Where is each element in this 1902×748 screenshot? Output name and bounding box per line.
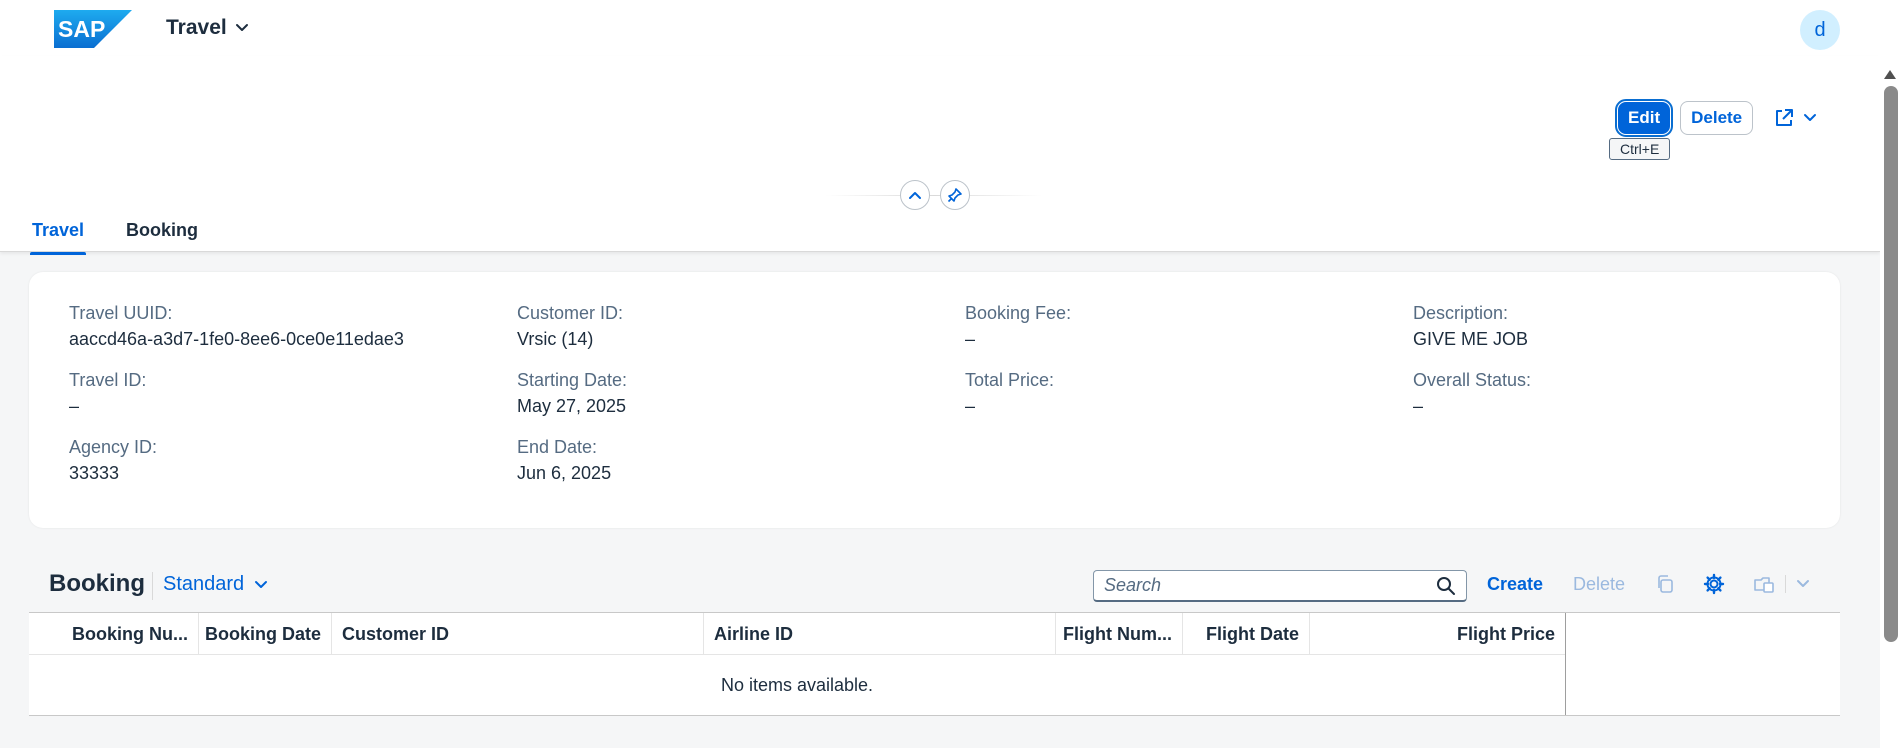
field-customer-id: Customer ID: Vrsic (14) bbox=[517, 302, 623, 350]
field-label: Booking Fee: bbox=[965, 303, 1072, 323]
field-total-price: Total Price: – bbox=[965, 369, 1054, 417]
chevron-up-icon bbox=[909, 192, 921, 199]
field-label: Customer ID: bbox=[517, 303, 624, 323]
app-title-menu[interactable]: Travel bbox=[166, 16, 249, 40]
field-label: Travel UUID: bbox=[69, 303, 173, 323]
field-label: Travel ID: bbox=[69, 370, 147, 390]
column-header-booking-date[interactable]: Booking Date bbox=[199, 613, 332, 655]
pin-icon bbox=[947, 188, 962, 203]
field-agency-id: Agency ID: 33333 bbox=[69, 436, 157, 484]
field-label: Total Price: bbox=[965, 370, 1055, 390]
field-label: Agency ID: bbox=[69, 437, 158, 457]
field-value: – bbox=[965, 329, 976, 349]
app-title: Travel bbox=[166, 16, 227, 39]
column-header-flight-number[interactable]: Flight Num... bbox=[1056, 613, 1183, 655]
field-label: Description: bbox=[1413, 303, 1509, 323]
share-icon bbox=[1776, 109, 1794, 126]
table-header-row: Booking Nu... Booking Date Customer ID A… bbox=[29, 613, 1565, 655]
sap-logo[interactable]: SAP bbox=[54, 10, 132, 48]
section-tabs: Travel Booking bbox=[30, 206, 200, 255]
variant-selector[interactable]: Standard bbox=[163, 573, 268, 596]
export-icon[interactable] bbox=[1753, 574, 1775, 594]
field-value: May 27, 2025 bbox=[517, 396, 627, 416]
header-divider bbox=[826, 195, 1042, 196]
chevron-down-icon[interactable] bbox=[1796, 579, 1810, 589]
column-header-flight-price[interactable]: Flight Price bbox=[1310, 613, 1565, 655]
variant-label: Standard bbox=[163, 573, 245, 595]
field-value: – bbox=[69, 396, 80, 416]
field-end-date: End Date: Jun 6, 2025 bbox=[517, 436, 611, 484]
search-input[interactable] bbox=[1104, 575, 1436, 596]
field-overall-status: Overall Status: – bbox=[1413, 369, 1531, 417]
tab-booking[interactable]: Booking bbox=[124, 206, 200, 255]
travel-details-card: Travel UUID: aaccd46a-a3d7-1fe0-8ee6-0ce… bbox=[29, 272, 1840, 528]
edit-button[interactable]: Edit bbox=[1614, 99, 1674, 137]
column-header-flight-date[interactable]: Flight Date bbox=[1183, 613, 1310, 655]
booking-section-title: Booking bbox=[49, 570, 145, 597]
header-actions: Edit Delete bbox=[1614, 99, 1817, 137]
column-header-airline-id[interactable]: Airline ID bbox=[704, 613, 1056, 655]
create-button[interactable]: Create bbox=[1487, 574, 1543, 595]
field-description: Description: GIVE ME JOB bbox=[1413, 302, 1528, 350]
field-starting-date: Starting Date: May 27, 2025 bbox=[517, 369, 627, 417]
field-travel-uuid: Travel UUID: aaccd46a-a3d7-1fe0-8ee6-0ce… bbox=[69, 302, 404, 350]
booking-table-toolbar: Create Delete bbox=[1487, 573, 1838, 595]
booking-table: Booking Nu... Booking Date Customer ID A… bbox=[29, 612, 1840, 716]
svg-text:SAP: SAP bbox=[58, 16, 105, 42]
field-value: Jun 6, 2025 bbox=[517, 463, 612, 483]
copy-icon[interactable] bbox=[1655, 574, 1675, 594]
field-value: 33333 bbox=[69, 463, 120, 483]
field-value: – bbox=[965, 396, 976, 416]
collapse-header-button[interactable] bbox=[900, 180, 930, 210]
avatar-initial: d bbox=[1814, 18, 1826, 41]
table-empty-message: No items available. bbox=[720, 674, 874, 695]
shell-bar: SAP Travel d bbox=[0, 0, 1880, 56]
field-label: Overall Status: bbox=[1413, 370, 1532, 390]
tab-travel[interactable]: Travel bbox=[30, 206, 87, 255]
scrollbar-thumb[interactable] bbox=[1884, 86, 1898, 642]
field-value: GIVE ME JOB bbox=[1413, 329, 1529, 349]
field-label: End Date: bbox=[517, 437, 598, 457]
field-value: Vrsic (14) bbox=[517, 329, 594, 349]
share-menu-button[interactable] bbox=[1773, 107, 1817, 129]
table-column-end-line bbox=[1565, 613, 1566, 715]
object-header: Edit Delete Ctrl+E Travel Booking bbox=[0, 56, 1880, 255]
title-separator bbox=[152, 572, 153, 600]
delete-row-button[interactable]: Delete bbox=[1573, 574, 1625, 595]
column-header-customer-id[interactable]: Customer ID bbox=[332, 613, 704, 655]
field-travel-id: Travel ID: – bbox=[69, 369, 146, 417]
user-avatar[interactable]: d bbox=[1800, 10, 1840, 50]
column-header-booking-number[interactable]: Booking Nu... bbox=[29, 613, 199, 655]
edit-shortcut-tooltip: Ctrl+E bbox=[1609, 138, 1671, 160]
chevron-down-icon bbox=[255, 580, 268, 588]
settings-gear-icon[interactable] bbox=[1703, 573, 1725, 595]
delete-button[interactable]: Delete bbox=[1680, 101, 1754, 135]
chevron-down-icon bbox=[235, 24, 248, 31]
field-booking-fee: Booking Fee: – bbox=[965, 302, 1071, 350]
search-icon[interactable] bbox=[1436, 576, 1456, 596]
field-value: – bbox=[1413, 396, 1424, 416]
scroll-up-arrow-icon[interactable] bbox=[1884, 70, 1896, 79]
field-label: Starting Date: bbox=[517, 370, 628, 390]
pin-header-button[interactable] bbox=[940, 180, 970, 210]
field-value: aaccd46a-a3d7-1fe0-8ee6-0ce0e11edae3 bbox=[69, 329, 404, 349]
chevron-down-icon bbox=[1804, 114, 1817, 121]
toolbar-separator bbox=[1785, 575, 1787, 593]
booking-search-field[interactable] bbox=[1093, 570, 1467, 602]
